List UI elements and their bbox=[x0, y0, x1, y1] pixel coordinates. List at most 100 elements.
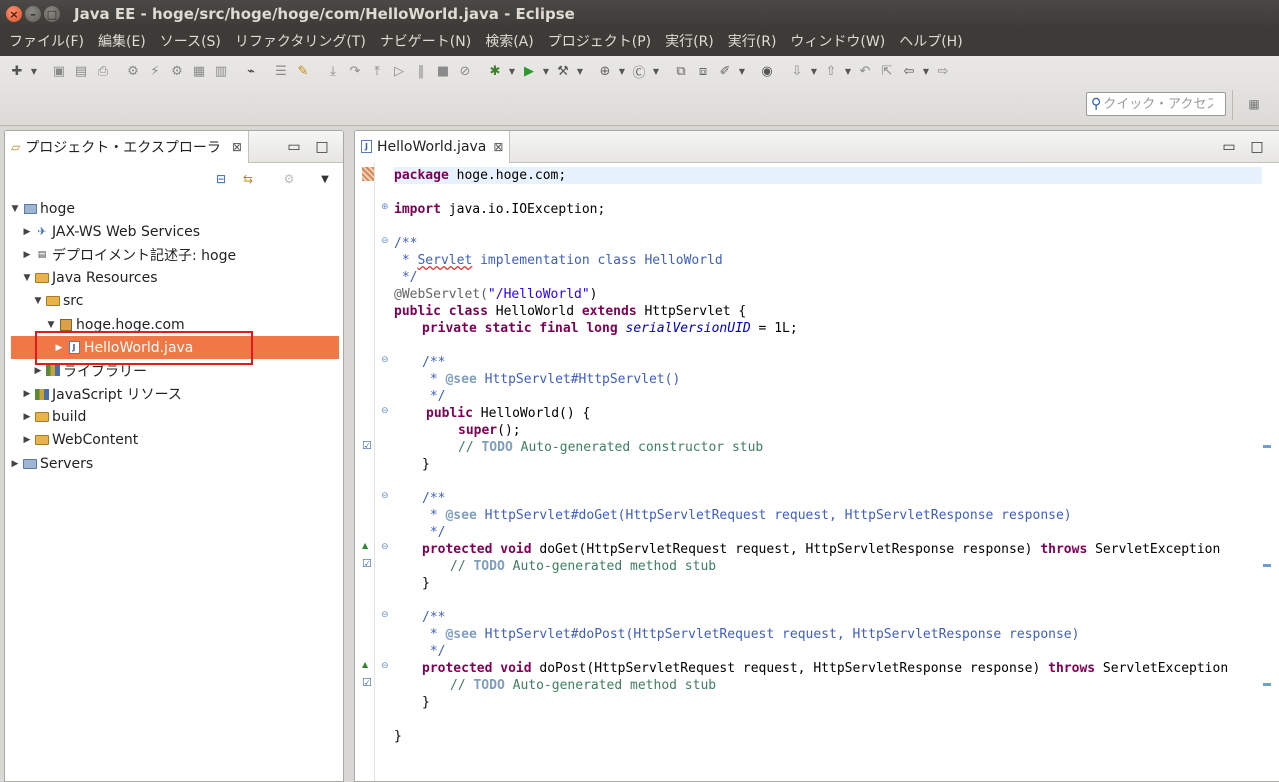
back-icon[interactable]: ⇦ bbox=[898, 60, 920, 82]
collapse-arrow-icon[interactable]: ▶ bbox=[21, 435, 33, 445]
tree-item-webcontent[interactable]: ▶ WebContent bbox=[5, 429, 343, 452]
previous-annotation-icon[interactable]: ⇧ bbox=[820, 60, 842, 82]
tree-item-package[interactable]: ▼ hoge.hoge.com bbox=[5, 313, 343, 336]
menu-source[interactable]: ソース(S) bbox=[153, 28, 228, 56]
view-menu-icon[interactable]: ▼ bbox=[316, 171, 334, 187]
skip-breakpoints-icon[interactable]: ⌁ bbox=[240, 60, 262, 82]
maximize-panel-icon[interactable]: □ bbox=[314, 139, 330, 155]
close-icon[interactable]: ⊠ bbox=[232, 140, 242, 154]
open-task-icon[interactable]: ⧈ bbox=[692, 60, 714, 82]
new-server-icon[interactable]: ⚙ bbox=[122, 60, 144, 82]
properties-icon[interactable]: ▥ bbox=[210, 60, 232, 82]
menu-edit[interactable]: 編集(E) bbox=[91, 28, 153, 56]
print-icon[interactable]: ⎙ bbox=[92, 60, 114, 82]
collapse-arrow-icon[interactable]: ▶ bbox=[21, 227, 33, 237]
tree-item-jaxws[interactable]: ▶ ✈ JAX-WS Web Services bbox=[5, 220, 343, 243]
disconnect-icon[interactable]: ⊘ bbox=[454, 60, 476, 82]
run-dropdown-icon[interactable]: ▼ bbox=[540, 60, 552, 82]
collapse-arrow-icon[interactable]: ▶ bbox=[9, 459, 21, 469]
new-java-project-icon[interactable]: ⊕ bbox=[594, 60, 616, 82]
tree-item-libraries[interactable]: ▶ ライブラリー bbox=[5, 359, 343, 382]
quick-access-input[interactable] bbox=[1103, 96, 1214, 112]
external-tools-dropdown-icon[interactable]: ▼ bbox=[574, 60, 586, 82]
search-tool-dropdown-icon[interactable]: ▼ bbox=[736, 60, 748, 82]
overview-task-marker[interactable] bbox=[1263, 564, 1271, 567]
collapse-arrow-icon[interactable]: ▶ bbox=[53, 343, 65, 353]
run-icon[interactable]: ▶ bbox=[518, 60, 540, 82]
menu-project[interactable]: プロジェクト(P) bbox=[541, 28, 658, 56]
tree-item-deployment-descriptor[interactable]: ▶ ▤ デプロイメント記述子: hoge bbox=[5, 243, 343, 266]
link-with-editor-icon[interactable]: ⇆ bbox=[239, 171, 257, 187]
fold-collapse-icon[interactable]: ⊖ bbox=[381, 661, 389, 671]
collapse-all-icon[interactable]: ⊟ bbox=[212, 171, 230, 187]
filter-icon[interactable]: ⚙ bbox=[280, 171, 298, 187]
tree-item-java-resources[interactable]: ▼ Java Resources bbox=[5, 267, 343, 290]
menu-search[interactable]: 検索(A) bbox=[478, 28, 541, 56]
debug-icon[interactable]: ✱ bbox=[484, 60, 506, 82]
fold-collapse-icon[interactable]: ⊖ bbox=[381, 236, 389, 246]
close-icon[interactable]: ⊠ bbox=[493, 140, 503, 154]
build-icon[interactable]: ▦ bbox=[188, 60, 210, 82]
new-class-dropdown-icon[interactable]: ▼ bbox=[650, 60, 662, 82]
new-java-project-dropdown-icon[interactable]: ▼ bbox=[616, 60, 628, 82]
project-explorer-tab[interactable]: ▱ プロジェクト・エクスプローラ ⊠ bbox=[5, 131, 249, 163]
forward-icon[interactable]: ⇨ bbox=[932, 60, 954, 82]
collapse-arrow-icon[interactable]: ▶ bbox=[21, 389, 33, 399]
maximize-editor-icon[interactable]: □ bbox=[1249, 139, 1265, 155]
tree-item-javascript-resources[interactable]: ▶ JavaScript リソース bbox=[5, 383, 343, 406]
menu-refactor[interactable]: リファクタリング(T) bbox=[228, 28, 373, 56]
editor-tab-helloworld[interactable]: J HelloWorld.java ⊠ bbox=[355, 131, 511, 163]
open-perspective-icon[interactable]: ▦ bbox=[1244, 94, 1264, 114]
expand-arrow-icon[interactable]: ▼ bbox=[32, 296, 44, 306]
suspend-icon[interactable]: ‖ bbox=[410, 60, 432, 82]
back-dropdown-icon[interactable]: ▼ bbox=[920, 60, 932, 82]
save-icon[interactable]: ▣ bbox=[48, 60, 70, 82]
toggle-mark-icon[interactable]: ☰ bbox=[270, 60, 292, 82]
menu-help[interactable]: ヘルプ(H) bbox=[892, 28, 969, 56]
tree-item-servers[interactable]: ▶ Servers bbox=[5, 452, 343, 475]
window-maximize-button[interactable]: □ bbox=[44, 6, 60, 22]
new-dropdown-icon[interactable]: ▼ bbox=[28, 60, 40, 82]
window-close-button[interactable]: × bbox=[6, 6, 22, 22]
publish-icon[interactable]: ⚡ bbox=[144, 60, 166, 82]
minimize-panel-icon[interactable]: ▭ bbox=[286, 139, 302, 155]
fold-collapse-icon[interactable]: ⊖ bbox=[381, 542, 389, 552]
external-tools-icon[interactable]: ⚒ bbox=[552, 60, 574, 82]
fold-collapse-icon[interactable]: ⊖ bbox=[381, 406, 389, 416]
last-edit-location-icon[interactable]: ↶ bbox=[854, 60, 876, 82]
next-annotation-icon[interactable]: ⇩ bbox=[786, 60, 808, 82]
tree-item-helloworld-java[interactable]: ▶ J HelloWorld.java bbox=[11, 336, 339, 360]
window-minimize-button[interactable]: – bbox=[25, 6, 41, 22]
step-over-icon[interactable]: ↷ bbox=[344, 60, 366, 82]
tree-item-src[interactable]: ▼ src bbox=[5, 290, 343, 313]
menu-navigate[interactable]: ナビゲート(N) bbox=[373, 28, 478, 56]
fold-expand-icon[interactable]: ⊕ bbox=[381, 202, 389, 212]
new-icon[interactable]: ✚ bbox=[6, 60, 28, 82]
fold-collapse-icon[interactable]: ⊖ bbox=[381, 610, 389, 620]
highlight-icon[interactable]: ✎ bbox=[292, 60, 314, 82]
expand-arrow-icon[interactable]: ▼ bbox=[9, 204, 21, 214]
collapse-arrow-icon[interactable]: ▶ bbox=[21, 412, 33, 422]
overview-task-marker[interactable] bbox=[1263, 445, 1271, 448]
previous-annotation-dropdown-icon[interactable]: ▼ bbox=[842, 60, 854, 82]
overview-task-marker[interactable] bbox=[1263, 683, 1271, 686]
resume-icon[interactable]: ▷ bbox=[388, 60, 410, 82]
search-tool-icon[interactable]: ✐ bbox=[714, 60, 736, 82]
tree-item-build[interactable]: ▶ build bbox=[5, 406, 343, 429]
menu-run-1[interactable]: 実行(R) bbox=[658, 28, 721, 56]
new-class-icon[interactable]: Ⓒ bbox=[628, 60, 650, 82]
tree-item-hoge[interactable]: ▼ hoge bbox=[5, 197, 343, 220]
fold-collapse-icon[interactable]: ⊖ bbox=[381, 491, 389, 501]
debug-dropdown-icon[interactable]: ▼ bbox=[506, 60, 518, 82]
expand-arrow-icon[interactable]: ▼ bbox=[45, 320, 57, 330]
pin-editor-icon[interactable]: ⇱ bbox=[876, 60, 898, 82]
minimize-editor-icon[interactable]: ▭ bbox=[1221, 139, 1237, 155]
terminate-icon[interactable]: ■ bbox=[432, 60, 454, 82]
next-annotation-dropdown-icon[interactable]: ▼ bbox=[808, 60, 820, 82]
collapse-arrow-icon[interactable]: ▶ bbox=[32, 366, 44, 376]
menu-run-2[interactable]: 実行(R) bbox=[721, 28, 784, 56]
deploy-icon[interactable]: ⚙ bbox=[166, 60, 188, 82]
quick-access-box[interactable]: ⚲ bbox=[1086, 92, 1226, 116]
web-browser-icon[interactable]: ◉ bbox=[756, 60, 778, 82]
open-type-icon[interactable]: ⧉ bbox=[670, 60, 692, 82]
